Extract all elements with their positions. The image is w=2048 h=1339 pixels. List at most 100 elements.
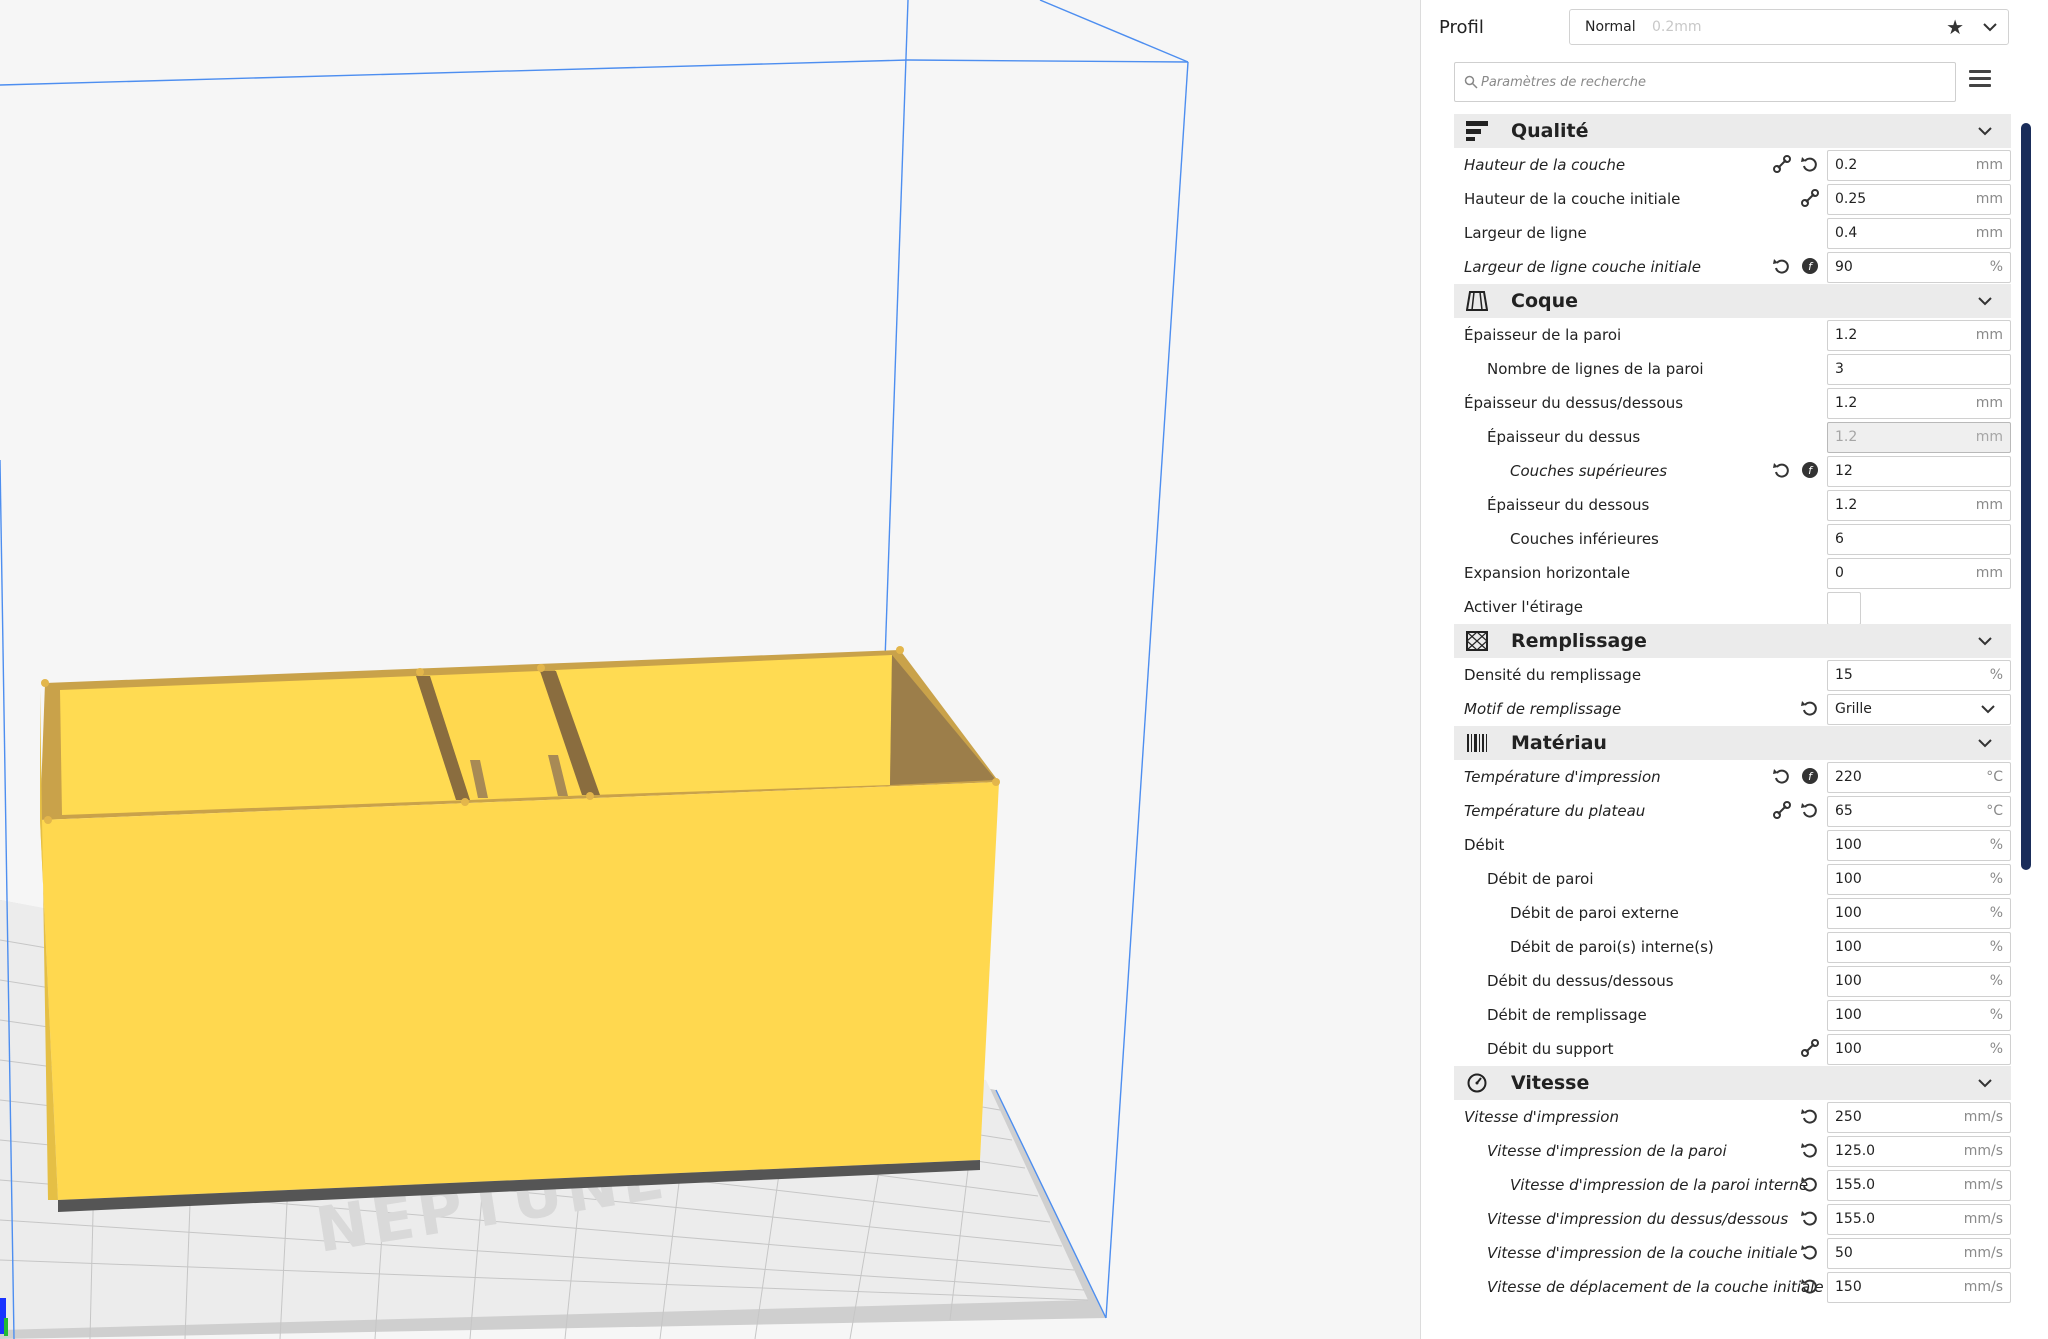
reset-icon[interactable] bbox=[1772, 766, 1792, 786]
chevron-down-icon[interactable] bbox=[1977, 634, 1993, 648]
infill-pattern-dropdown[interactable]: Grille bbox=[1827, 694, 2011, 725]
setting-row: Largeur de ligne couche initiale f 90% bbox=[1454, 250, 2011, 284]
setting-row: Température du plateau 65 °C bbox=[1454, 794, 2011, 828]
setting-input[interactable]: 150 mm/s bbox=[1827, 1272, 2011, 1303]
setting-input[interactable]: 65 °C bbox=[1827, 796, 2011, 827]
setting-label: Température d'impression bbox=[1464, 768, 1661, 786]
ironing-checkbox[interactable] bbox=[1827, 592, 1861, 625]
setting-label: Vitesse d'impression de la couche initia… bbox=[1487, 1244, 1798, 1262]
chevron-down-icon[interactable] bbox=[1977, 736, 1993, 750]
setting-input[interactable]: 100% bbox=[1827, 898, 2011, 929]
reset-icon[interactable] bbox=[1772, 460, 1792, 480]
setting-input[interactable]: 3 bbox=[1827, 354, 2011, 385]
category-coque[interactable]: Coque bbox=[1454, 284, 2011, 318]
setting-input[interactable]: 100% bbox=[1827, 932, 2011, 963]
setting-input[interactable]: 100% bbox=[1827, 830, 2011, 861]
3d-viewport[interactable]: NEPTUNE bbox=[0, 0, 1420, 1339]
setting-input[interactable]: 155.0 mm/s bbox=[1827, 1204, 2011, 1235]
setting-input[interactable]: 250 mm/s bbox=[1827, 1102, 2011, 1133]
setting-input[interactable]: 100% bbox=[1827, 864, 2011, 895]
setting-input[interactable]: 0.2 mm bbox=[1827, 150, 2011, 181]
link-icon[interactable] bbox=[1772, 154, 1792, 174]
link-icon[interactable] bbox=[1800, 1038, 1820, 1058]
setting-input[interactable]: 155.0 mm/s bbox=[1827, 1170, 2011, 1201]
speed-icon bbox=[1467, 1073, 1487, 1093]
reset-icon[interactable] bbox=[1800, 1140, 1820, 1160]
formula-icon[interactable]: f bbox=[1800, 460, 1820, 480]
setting-input[interactable]: 125.0 mm/s bbox=[1827, 1136, 2011, 1167]
setting-row: Hauteur de la couche 0.2 mm bbox=[1454, 148, 2011, 182]
settings-list[interactable]: Qualité Hauteur de la couche 0.2 mm Haute… bbox=[1454, 114, 2034, 1324]
profile-dropdown[interactable]: Normal 0.2mm ★ bbox=[1569, 9, 2009, 45]
setting-value: 50 bbox=[1835, 1245, 1853, 1261]
setting-input[interactable]: 50 mm/s bbox=[1827, 1238, 2011, 1269]
reset-icon[interactable] bbox=[1800, 800, 1820, 820]
setting-value: 155.0 bbox=[1835, 1177, 1876, 1193]
setting-value: 100 bbox=[1835, 973, 1862, 989]
settings-scrollbar[interactable] bbox=[2021, 123, 2031, 870]
setting-row: Épaisseur du dessus/dessous 1.2 mm bbox=[1454, 386, 2011, 420]
setting-input[interactable]: 220 °C bbox=[1827, 762, 2011, 793]
setting-label: Hauteur de la couche bbox=[1464, 156, 1626, 174]
setting-input[interactable]: 1.2 mm bbox=[1827, 320, 2011, 351]
setting-unit: mm bbox=[1975, 429, 2003, 445]
reset-icon[interactable] bbox=[1800, 1208, 1820, 1228]
setting-label: Expansion horizontale bbox=[1464, 564, 1631, 582]
setting-label: Couches inférieures bbox=[1510, 530, 1659, 548]
category-qualite[interactable]: Qualité bbox=[1454, 114, 2011, 148]
setting-label: Débit de paroi bbox=[1487, 870, 1594, 888]
category-materiau[interactable]: Matériau bbox=[1454, 726, 2011, 760]
setting-input[interactable]: 100% bbox=[1827, 966, 2011, 997]
category-vitesse[interactable]: Vitesse bbox=[1454, 1066, 2011, 1100]
setting-input[interactable]: 1.2 mm bbox=[1827, 490, 2011, 521]
setting-input: 1.2 mm bbox=[1827, 422, 2011, 453]
layer-height-icon bbox=[1466, 121, 1488, 141]
link-icon[interactable] bbox=[1772, 800, 1792, 820]
setting-input[interactable]: 1.2 mm bbox=[1827, 388, 2011, 419]
setting-unit: mm/s bbox=[1963, 1143, 2003, 1159]
setting-input[interactable]: 15% bbox=[1827, 660, 2011, 691]
setting-label: Motif de remplissage bbox=[1464, 700, 1622, 718]
chevron-down-icon[interactable] bbox=[1977, 1076, 1993, 1090]
chevron-down-icon bbox=[1981, 705, 1995, 714]
setting-input[interactable]: 0.25 mm bbox=[1827, 184, 2011, 215]
star-icon[interactable]: ★ bbox=[1946, 15, 1964, 39]
setting-value: 220 bbox=[1835, 769, 1862, 785]
setting-row: Couches supérieures f 12 bbox=[1454, 454, 2011, 488]
formula-icon[interactable]: f bbox=[1800, 256, 1820, 276]
setting-input[interactable]: 0 mm bbox=[1827, 558, 2011, 589]
category-remplissage[interactable]: Remplissage bbox=[1454, 624, 2011, 658]
reset-icon[interactable] bbox=[1800, 1174, 1820, 1194]
setting-value: 100 bbox=[1835, 837, 1862, 853]
link-icon[interactable] bbox=[1800, 188, 1820, 208]
reset-icon[interactable] bbox=[1800, 154, 1820, 174]
settings-visibility-menu-button[interactable] bbox=[1969, 70, 1991, 90]
reset-icon[interactable] bbox=[1800, 1276, 1820, 1296]
setting-input[interactable]: 0.4 mm bbox=[1827, 218, 2011, 249]
reset-icon[interactable] bbox=[1800, 1106, 1820, 1126]
setting-input[interactable]: 100% bbox=[1827, 1034, 2011, 1065]
category-title: Vitesse bbox=[1511, 1072, 1590, 1094]
reset-icon[interactable] bbox=[1772, 256, 1792, 276]
shell-icon bbox=[1466, 291, 1488, 311]
setting-unit: mm bbox=[1975, 395, 2003, 411]
model-box[interactable] bbox=[40, 646, 1000, 1212]
setting-input[interactable]: 90% bbox=[1827, 252, 2011, 283]
setting-input[interactable]: 12 bbox=[1827, 456, 2011, 487]
setting-input[interactable]: 100% bbox=[1827, 1000, 2011, 1031]
profile-row: Profil Normal 0.2mm ★ bbox=[1421, 0, 2048, 54]
reset-icon[interactable] bbox=[1800, 1242, 1820, 1262]
settings-search[interactable] bbox=[1454, 62, 1956, 102]
search-input[interactable] bbox=[1481, 71, 1941, 93]
setting-label: Débit bbox=[1464, 836, 1505, 854]
setting-label: Épaisseur de la paroi bbox=[1464, 326, 1622, 344]
setting-value: 0.4 bbox=[1835, 225, 1858, 241]
chevron-down-icon[interactable] bbox=[1977, 124, 1993, 138]
formula-icon[interactable]: f bbox=[1800, 766, 1820, 786]
setting-input[interactable]: 6 bbox=[1827, 524, 2011, 555]
setting-unit: mm bbox=[1975, 565, 2003, 581]
setting-row: Hauteur de la couche initiale 0.25 mm bbox=[1454, 182, 2011, 216]
reset-icon[interactable] bbox=[1800, 698, 1820, 718]
chevron-down-icon[interactable] bbox=[1977, 294, 1993, 308]
setting-row: Débit du support 100% bbox=[1454, 1032, 2011, 1066]
